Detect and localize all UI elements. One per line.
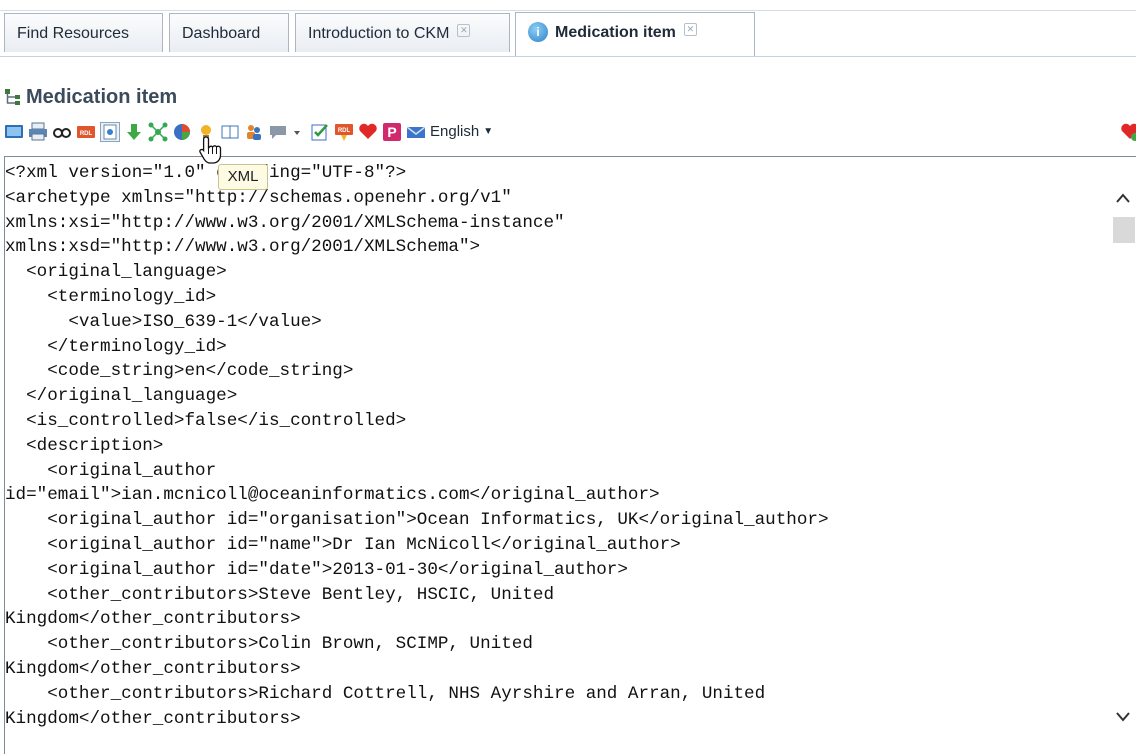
tab-label: Introduction to CKM — [308, 25, 450, 42]
add-favorite-icon[interactable] — [1120, 122, 1136, 142]
mindmap-icon[interactable] — [148, 122, 168, 142]
xml-line: <original_author — [5, 460, 217, 481]
xml-line: <description> — [5, 435, 164, 456]
comment-icon[interactable] — [268, 122, 304, 142]
xml-line: </terminology_id> — [5, 336, 227, 357]
xml-line: <original_author id="organisation">Ocean… — [5, 510, 829, 531]
toolbar: RDL RDL P English ▼ — [4, 120, 1136, 146]
tab-bar-top-line — [0, 10, 1136, 11]
rdl-icon[interactable]: RDL — [76, 122, 96, 142]
xml-text: <?xml version="1.0" encoding="UTF-8"?> <a… — [5, 161, 1105, 731]
xml-line: <value>ISO_639-1</value> — [5, 311, 322, 332]
xml-line: Kingdom</other_contributors> — [5, 708, 301, 729]
xml-line: <original_author id="name">Dr Ian McNico… — [5, 534, 681, 555]
scroll-thumb[interactable] — [1113, 217, 1135, 243]
page-title: Medication item — [26, 86, 178, 108]
xml-line: Kingdom</other_contributors> — [5, 658, 301, 679]
xml-line: <other_contributors>Colin Brown, SCIMP, … — [5, 634, 533, 655]
people-icon[interactable] — [244, 122, 264, 142]
tab-label: Medication item — [555, 24, 676, 41]
chevron-down-icon: ▼ — [483, 126, 494, 137]
monitor-icon[interactable] — [4, 122, 24, 142]
heart-icon[interactable] — [358, 122, 378, 142]
xml-line: <terminology_id> — [5, 286, 217, 307]
hand-cursor-icon — [199, 136, 222, 164]
xml-tooltip: XML — [218, 164, 268, 190]
xml-line: id="email">ian.mcnicoll@oceaninformatics… — [5, 485, 660, 506]
vertical-scrollbar[interactable] — [1109, 157, 1136, 754]
scroll-up-icon[interactable] — [1115, 191, 1131, 205]
p-icon[interactable]: P — [382, 122, 402, 142]
xml-content-area[interactable]: <?xml version="1.0" encoding="UTF-8"?> <a… — [4, 156, 1136, 754]
xml-line: <is_controlled>false</is_controlled> — [5, 410, 407, 431]
svg-text:P: P — [387, 124, 396, 140]
tab-close-icon[interactable]: ✕ — [683, 23, 697, 37]
xml-line: <archetype xmlns="http://schemas.openehr… — [5, 187, 512, 208]
xml-line: <code_string>en</code_string> — [5, 361, 354, 382]
xml-line: <?xml version="1.0" encoding="UTF-8"?> — [5, 163, 407, 183]
print-icon[interactable] — [28, 122, 48, 142]
tab-bar: Find Resources Dashboard Introduction to… — [0, 0, 1136, 57]
pie-chart-icon[interactable] — [172, 122, 192, 142]
language-label: English — [430, 123, 480, 140]
tree-icon — [5, 89, 20, 105]
tab-introduction-to-ckm[interactable]: Introduction to CKM ✕ — [295, 13, 510, 52]
svg-text:RDL: RDL — [80, 131, 93, 137]
language-select[interactable]: English ▼ — [430, 123, 493, 140]
xml-line: <original_language> — [5, 262, 227, 283]
tab-label: Find Resources — [17, 25, 130, 42]
email-icon[interactable] — [406, 122, 426, 142]
tab-close-icon[interactable]: ✕ — [457, 24, 471, 38]
download-icon[interactable] — [124, 122, 144, 142]
checklist-icon[interactable] — [310, 122, 330, 142]
svg-text:RDL: RDL — [338, 128, 351, 134]
tab-dashboard[interactable]: Dashboard — [169, 13, 289, 52]
info-icon: i — [528, 21, 548, 42]
xml-line: </original_language> — [5, 386, 238, 407]
tab-medication-item[interactable]: i Medication item ✕ — [515, 12, 755, 56]
scroll-down-icon[interactable] — [1115, 709, 1131, 723]
xml-icon[interactable] — [100, 122, 120, 142]
xml-line: <other_contributors>Steve Bentley, HSCIC… — [5, 584, 555, 605]
glasses-icon[interactable] — [52, 122, 72, 142]
xml-line: xmlns:xsd="http://www.w3.org/2001/XMLSch… — [5, 237, 481, 258]
rdl-upload-icon[interactable]: RDL — [334, 122, 354, 142]
xml-line: Kingdom</other_contributors> — [5, 609, 301, 630]
xml-line: <other_contributors>Richard Cottrell, NH… — [5, 683, 766, 704]
tab-find-resources[interactable]: Find Resources — [4, 13, 163, 52]
xml-line: xmlns:xsi="http://www.w3.org/2001/XMLSch… — [5, 212, 565, 233]
tab-label: Dashboard — [182, 25, 261, 42]
xml-line: <original_author id="date">2013-01-30</o… — [5, 559, 628, 580]
